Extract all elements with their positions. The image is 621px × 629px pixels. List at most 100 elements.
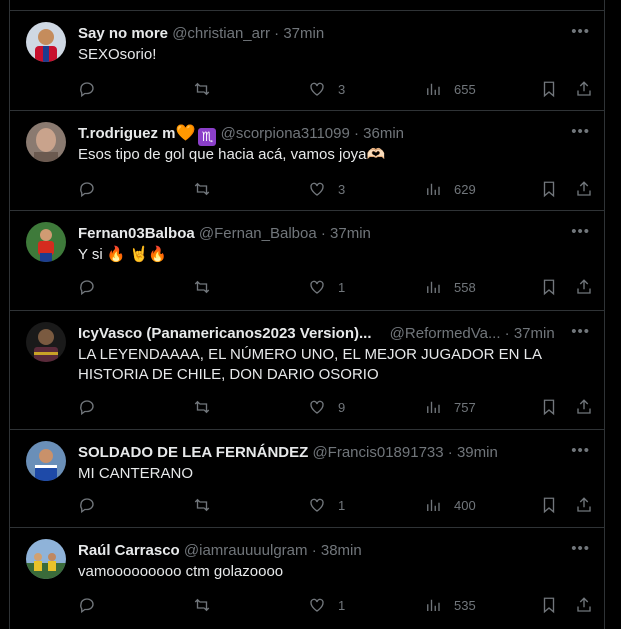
tweet-item[interactable]: Fernan03Balboa @Fernan_Balboa · 37min ••… [10, 210, 604, 310]
more-options-icon[interactable]: ••• [571, 541, 590, 556]
more-options-icon[interactable]: ••• [571, 443, 590, 458]
bookmark-icon [543, 399, 555, 416]
bookmark-button[interactable] [540, 495, 558, 515]
retweet-arrows-icon [194, 598, 210, 612]
like-count: 1 [338, 597, 346, 613]
tweet-time[interactable]: 39min [457, 444, 498, 461]
bar-chart-icon [427, 499, 440, 511]
share-upload-icon [577, 399, 591, 414]
bookmark-icon [543, 81, 555, 98]
author-name[interactable]: Say no more [78, 25, 168, 42]
more-options-icon[interactable]: ••• [571, 324, 590, 339]
reply-button[interactable] [78, 495, 108, 515]
tweet-actions: 3 655 [78, 79, 592, 99]
author-handle[interactable]: @Fernan_Balboa [199, 225, 317, 242]
tweet-item[interactable]: IcyVasco (Panamericanos2023 Version)... … [10, 310, 604, 429]
retweet-button[interactable] [193, 277, 223, 297]
share-button[interactable] [575, 595, 593, 615]
author-handle[interactable]: @scorpiona311099 [221, 125, 350, 142]
avatar[interactable] [26, 22, 66, 62]
reply-bubble-icon [80, 280, 94, 296]
heart-outline-icon [310, 182, 324, 196]
bookmark-button[interactable] [540, 277, 558, 297]
author-handle[interactable]: @iamrauuuulgram [184, 542, 308, 559]
retweet-button[interactable] [193, 595, 223, 615]
heart-outline-icon [310, 400, 324, 414]
views-button[interactable]: 558 [424, 277, 476, 297]
reply-bubble-icon [80, 598, 94, 614]
author-handle[interactable]: @Francis01891733 [312, 444, 443, 461]
reply-button[interactable] [78, 277, 108, 297]
views-button[interactable]: 655 [424, 79, 476, 99]
author-name[interactable]: Fernan03Balboa [78, 225, 195, 242]
avatar[interactable] [26, 122, 66, 162]
author-name[interactable]: T.rodriguez m [78, 125, 176, 142]
views-button[interactable]: 535 [424, 595, 476, 615]
bookmark-button[interactable] [540, 397, 558, 417]
views-button[interactable]: 629 [424, 179, 476, 199]
more-options-icon[interactable]: ••• [571, 224, 590, 239]
like-button[interactable]: 3 [308, 179, 345, 199]
views-button[interactable]: 400 [424, 495, 476, 515]
retweet-arrows-icon [194, 400, 210, 414]
share-button[interactable] [575, 277, 593, 297]
tweet-item[interactable]: SOLDADO DE LEA FERNÁNDEZ @Francis0189173… [10, 429, 604, 527]
avatar[interactable] [26, 539, 66, 579]
bookmark-button[interactable] [540, 79, 558, 99]
share-button[interactable] [575, 179, 593, 199]
reply-bubble-icon [80, 182, 94, 198]
avatar[interactable] [26, 322, 66, 362]
like-button[interactable]: 1 [308, 495, 345, 515]
author-name[interactable]: IcyVasco (Panamericanos2023 Version)... [78, 325, 372, 342]
tweet-item[interactable]: Say no more @christian_arr · 37min ••• S… [10, 10, 604, 110]
tweet-header: Say no more @christian_arr · 37min [78, 24, 564, 44]
bar-chart-icon [427, 599, 440, 611]
view-count: 655 [454, 81, 476, 97]
avatar[interactable] [26, 222, 66, 262]
author-handle[interactable]: @ReformedVa... [390, 325, 501, 342]
like-button[interactable]: 9 [308, 397, 345, 417]
bookmark-button[interactable] [540, 179, 558, 199]
retweet-button[interactable] [193, 179, 223, 199]
tweet-time[interactable]: 38min [321, 542, 362, 559]
view-count: 757 [454, 399, 476, 415]
share-button[interactable] [575, 397, 593, 417]
share-upload-icon [577, 497, 591, 512]
tweet-item[interactable]: Raúl Carrasco @iamrauuuulgram · 38min ••… [10, 527, 604, 629]
bar-chart-icon [427, 183, 440, 195]
like-button[interactable]: 1 [308, 595, 345, 615]
more-options-icon[interactable]: ••• [571, 124, 590, 139]
tweet-item[interactable]: T.rodriguez m🧡 ♏ @scorpiona311099 · 36min… [10, 110, 604, 210]
like-count: 1 [338, 497, 346, 513]
tweet-time[interactable]: 37min [330, 225, 371, 242]
reply-button[interactable] [78, 397, 108, 417]
tweet-time[interactable]: 36min [363, 125, 404, 142]
author-name[interactable]: Raúl Carrasco [78, 542, 180, 559]
bookmark-button[interactable] [540, 595, 558, 615]
reply-button[interactable] [78, 595, 108, 615]
separator-dot: · [274, 25, 280, 42]
reply-bubble-icon [80, 82, 94, 98]
author-handle[interactable]: @christian_arr [172, 25, 270, 42]
like-button[interactable]: 3 [308, 79, 345, 99]
views-button[interactable]: 757 [424, 397, 476, 417]
retweet-arrows-icon [194, 498, 210, 512]
author-name[interactable]: SOLDADO DE LEA FERNÁNDEZ [78, 444, 308, 461]
like-button[interactable]: 1 [308, 277, 345, 297]
retweet-button[interactable] [193, 79, 223, 99]
reply-button[interactable] [78, 79, 108, 99]
reply-button[interactable] [78, 179, 108, 199]
more-options-icon[interactable]: ••• [571, 24, 590, 39]
view-count: 400 [454, 497, 476, 513]
view-count: 535 [454, 597, 476, 613]
share-button[interactable] [575, 79, 593, 99]
separator-dot: · [504, 325, 510, 342]
retweet-button[interactable] [193, 495, 223, 515]
retweet-button[interactable] [193, 397, 223, 417]
separator-dot: · [320, 225, 326, 242]
tweet-time[interactable]: 37min [514, 325, 555, 342]
tweet-time[interactable]: 37min [283, 25, 324, 42]
tweet-text: LA LEYENDAAAA, EL NÚMERO UNO, EL MEJOR J… [78, 346, 542, 383]
share-button[interactable] [575, 495, 593, 515]
avatar[interactable] [26, 441, 66, 481]
